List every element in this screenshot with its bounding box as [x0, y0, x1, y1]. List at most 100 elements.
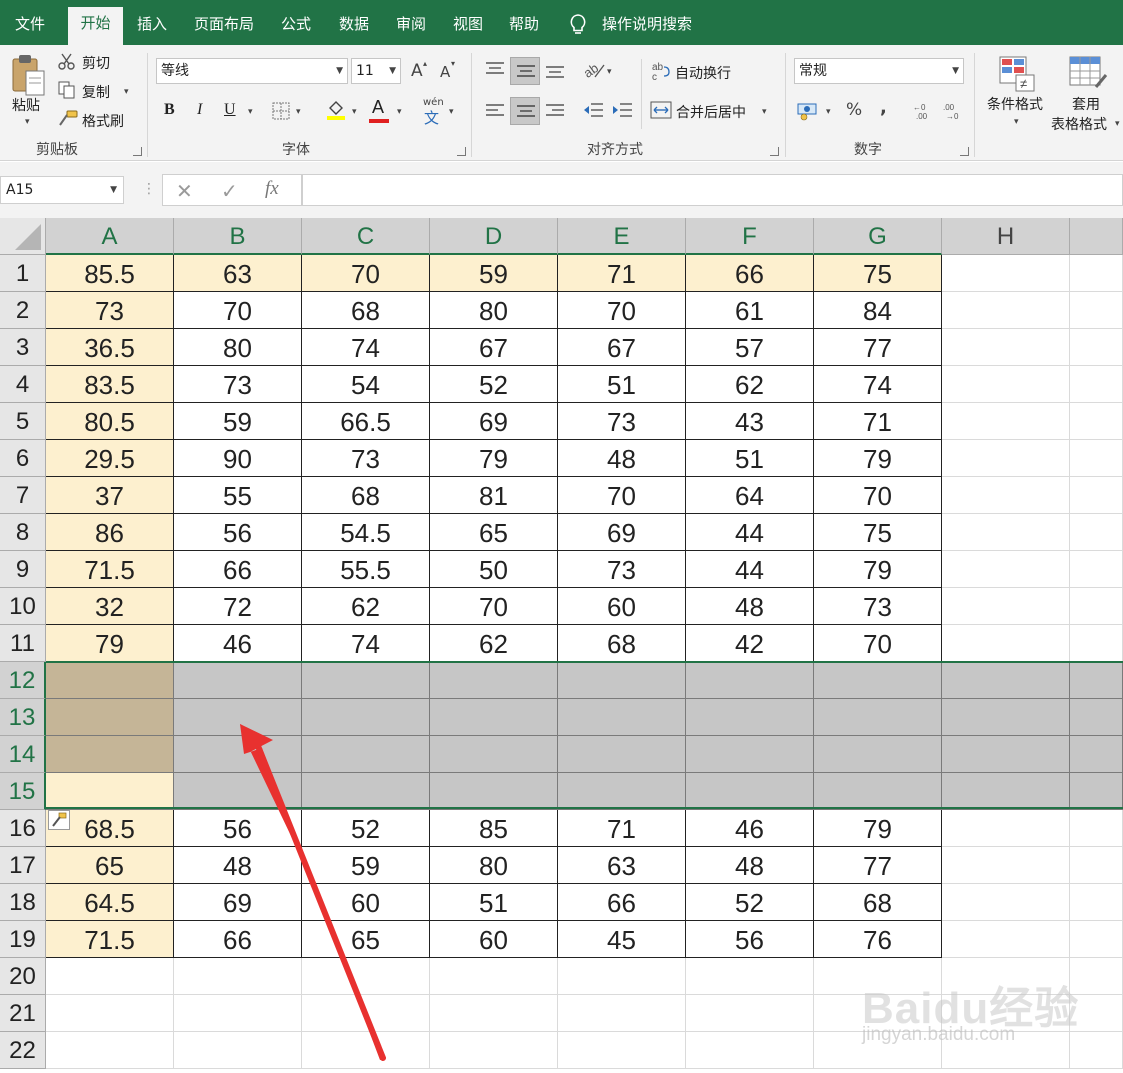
name-box[interactable]: A15 ▼ [0, 176, 124, 204]
column-header-next[interactable] [1070, 218, 1123, 255]
cell-a22[interactable] [46, 1032, 174, 1069]
row-header-14[interactable]: 14 [0, 736, 46, 773]
cell-a19[interactable]: 71.5 [46, 921, 174, 958]
copy-dropdown-icon[interactable]: ▾ [124, 87, 129, 97]
cell-e11[interactable]: 68 [558, 625, 686, 662]
fill-color-icon[interactable] [326, 99, 346, 121]
cell-f2[interactable]: 61 [686, 292, 814, 329]
cell-h10[interactable] [942, 588, 1070, 625]
cell-a14[interactable] [46, 736, 174, 773]
orientation-dropdown-icon[interactable]: ▾ [607, 67, 612, 77]
cell-g8[interactable]: 75 [814, 514, 942, 551]
shrink-font-button[interactable]: A [440, 63, 450, 81]
font-color-button[interactable]: A [372, 97, 384, 118]
column-header-g[interactable]: G [814, 218, 942, 255]
cell-a12[interactable] [46, 662, 174, 699]
row-header-1[interactable]: 1 [0, 255, 46, 292]
cell-e1[interactable]: 71 [558, 255, 686, 292]
cell-c15[interactable] [302, 773, 430, 810]
cell-h3[interactable] [942, 329, 1070, 366]
comma-button[interactable]: , [880, 97, 887, 118]
cell-f6[interactable]: 51 [686, 440, 814, 477]
cell-h6[interactable] [942, 440, 1070, 477]
column-header-h[interactable]: H [942, 218, 1070, 255]
cell-i22[interactable] [1070, 1032, 1123, 1069]
cell-b3[interactable]: 80 [174, 329, 302, 366]
cell-g15[interactable] [814, 773, 942, 810]
cell-f1[interactable]: 66 [686, 255, 814, 292]
cell-h9[interactable] [942, 551, 1070, 588]
cell-e8[interactable]: 69 [558, 514, 686, 551]
cell-c3[interactable]: 74 [302, 329, 430, 366]
cell-h16[interactable] [942, 810, 1070, 847]
cell-f21[interactable] [686, 995, 814, 1032]
cell-c22[interactable] [302, 1032, 430, 1069]
cell-f15[interactable] [686, 773, 814, 810]
cell-f16[interactable]: 46 [686, 810, 814, 847]
cell-h14[interactable] [942, 736, 1070, 773]
cell-e7[interactable]: 70 [558, 477, 686, 514]
align-right-icon[interactable] [545, 103, 565, 119]
cell-i9[interactable] [1070, 551, 1123, 588]
cell-g10[interactable]: 73 [814, 588, 942, 625]
cell-a7[interactable]: 37 [46, 477, 174, 514]
row-header-16[interactable]: 16 [0, 810, 46, 847]
cell-b2[interactable]: 70 [174, 292, 302, 329]
tab-formulas[interactable]: 公式 [270, 8, 322, 45]
cell-g11[interactable]: 70 [814, 625, 942, 662]
cell-b15[interactable] [174, 773, 302, 810]
row-header-6[interactable]: 6 [0, 440, 46, 477]
cell-i16[interactable] [1070, 810, 1123, 847]
decrease-decimal-icon[interactable]: .00 →0 [942, 101, 962, 121]
clipboard-launcher-icon[interactable] [133, 147, 142, 156]
cell-g9[interactable]: 79 [814, 551, 942, 588]
cell-h15[interactable] [942, 773, 1070, 810]
cell-d1[interactable]: 59 [430, 255, 558, 292]
column-header-c[interactable]: C [302, 218, 430, 255]
cell-d8[interactable]: 65 [430, 514, 558, 551]
cell-d10[interactable]: 70 [430, 588, 558, 625]
cell-b14[interactable] [174, 736, 302, 773]
cell-i1[interactable] [1070, 255, 1123, 292]
cell-b19[interactable]: 66 [174, 921, 302, 958]
currency-icon[interactable] [796, 101, 820, 121]
cell-c17[interactable]: 59 [302, 847, 430, 884]
cell-f4[interactable]: 62 [686, 366, 814, 403]
cell-g16[interactable]: 79 [814, 810, 942, 847]
cell-b18[interactable]: 69 [174, 884, 302, 921]
cell-c7[interactable]: 68 [302, 477, 430, 514]
font-launcher-icon[interactable] [457, 147, 466, 156]
cell-a2[interactable]: 73 [46, 292, 174, 329]
cell-a11[interactable]: 79 [46, 625, 174, 662]
cell-a1[interactable]: 85.5 [46, 255, 174, 292]
cell-f9[interactable]: 44 [686, 551, 814, 588]
cell-a18[interactable]: 64.5 [46, 884, 174, 921]
column-header-b[interactable]: B [174, 218, 302, 255]
cell-h19[interactable] [942, 921, 1070, 958]
grow-font-button[interactable]: A [411, 61, 423, 81]
underline-dropdown-icon[interactable]: ▾ [248, 107, 253, 117]
cell-g19[interactable]: 76 [814, 921, 942, 958]
cell-i15[interactable] [1070, 773, 1123, 810]
cell-e22[interactable] [558, 1032, 686, 1069]
cell-b1[interactable]: 63 [174, 255, 302, 292]
cell-d13[interactable] [430, 699, 558, 736]
cell-c5[interactable]: 66.5 [302, 403, 430, 440]
cell-c10[interactable]: 62 [302, 588, 430, 625]
phonetic-dropdown-icon[interactable]: ▾ [449, 107, 454, 117]
format-painter-button[interactable]: 格式刷 [82, 111, 124, 131]
cell-f14[interactable] [686, 736, 814, 773]
cell-c1[interactable]: 70 [302, 255, 430, 292]
wrap-text-button[interactable]: 自动换行 [675, 63, 731, 83]
copy-button[interactable]: 复制 [82, 82, 110, 102]
cell-b20[interactable] [174, 958, 302, 995]
cell-f3[interactable]: 57 [686, 329, 814, 366]
row-header-9[interactable]: 9 [0, 551, 46, 588]
cell-d4[interactable]: 52 [430, 366, 558, 403]
cell-h5[interactable] [942, 403, 1070, 440]
cell-h18[interactable] [942, 884, 1070, 921]
cell-d21[interactable] [430, 995, 558, 1032]
cell-b17[interactable]: 48 [174, 847, 302, 884]
cell-d16[interactable]: 85 [430, 810, 558, 847]
cell-e18[interactable]: 66 [558, 884, 686, 921]
